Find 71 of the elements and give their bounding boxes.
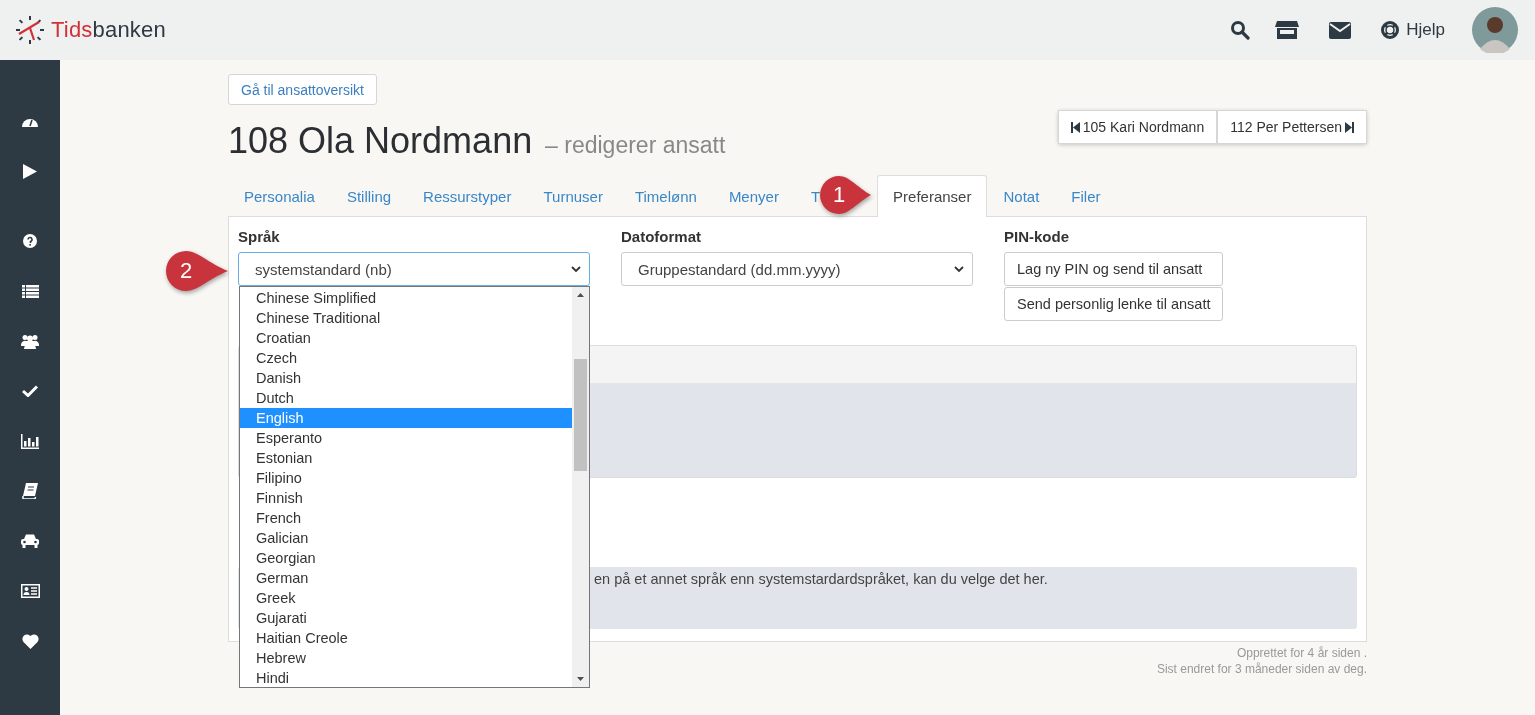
- bar-chart-icon[interactable]: [21, 433, 39, 449]
- language-option[interactable]: Chinese Traditional: [240, 308, 572, 328]
- language-option[interactable]: Haitian Creole: [240, 628, 572, 648]
- language-option[interactable]: Croatian: [240, 328, 572, 348]
- id-card-icon[interactable]: [20, 584, 40, 598]
- scroll-down-icon[interactable]: [577, 677, 584, 681]
- record-info-text: Opprettet for 4 år siden .: [1236, 645, 1367, 661]
- pin-button[interactable]: Send personlig lenke til ansatt: [1004, 287, 1224, 321]
- next-employee-button[interactable]: 112 Per Pettersen: [1217, 110, 1367, 144]
- logo-text[interactable]: Tidsbanken: [51, 17, 166, 43]
- language-option[interactable]: Czech: [240, 348, 572, 368]
- language-option[interactable]: Filipino: [240, 468, 572, 488]
- users-icon[interactable]: [21, 333, 39, 349]
- checkmark-icon[interactable]: [22, 385, 38, 397]
- search-icon[interactable]: [1230, 20, 1251, 40]
- lifebuoy-icon[interactable]: [1380, 20, 1401, 40]
- language-option[interactable]: Georgian: [240, 548, 572, 568]
- play-icon[interactable]: [23, 163, 37, 179]
- help-text: en på et annet språk enn systemstardardspråket, kan du velge det her.: [594, 571, 1048, 587]
- field-label: PIN-kode: [1004, 227, 1069, 247]
- list-icon[interactable]: [21, 284, 39, 298]
- store-icon[interactable]: [1275, 20, 1300, 40]
- date-format-select[interactable]: Gruppestandard (dd.mm.yyyy): [621, 252, 973, 286]
- language-select[interactable]: systemstandard (nb): [238, 252, 590, 286]
- field-label: Språk: [238, 227, 280, 247]
- language-option[interactable]: Hindi: [240, 668, 572, 688]
- language-option[interactable]: French: [240, 508, 572, 528]
- language-option[interactable]: German: [240, 568, 572, 588]
- language-option[interactable]: Chinese Simplified: [240, 288, 572, 308]
- car-icon[interactable]: [21, 534, 39, 548]
- tab[interactable]: Stilling: [330, 176, 408, 216]
- user-avatar[interactable]: [1472, 7, 1518, 53]
- language-option[interactable]: Danish: [240, 368, 572, 388]
- language-option[interactable]: Gujarati: [240, 608, 572, 628]
- help-link[interactable]: Hjelp: [1406, 20, 1445, 40]
- language-option[interactable]: Galician: [240, 528, 572, 548]
- employee-overview-button[interactable]: Gå til ansattoversikt: [228, 74, 377, 105]
- book-icon[interactable]: [22, 483, 38, 499]
- clock-logo-icon: [15, 15, 45, 45]
- pin-button[interactable]: Lag ny PIN og send til ansatt: [1004, 252, 1224, 286]
- language-option[interactable]: Dutch: [240, 388, 572, 408]
- employee-title: 108 Ola Nordmann: [228, 120, 533, 161]
- tab[interactable]: Preferanser: [877, 175, 988, 217]
- record-info-text: Sist endret for 3 måneder siden av deg.: [1156, 661, 1367, 677]
- language-option[interactable]: Hebrew: [240, 648, 572, 668]
- tab[interactable]: Turnuser: [527, 176, 619, 216]
- heart-icon[interactable]: [21, 633, 39, 649]
- page-subtitle: – redigerer ansatt: [545, 132, 726, 158]
- envelope-icon[interactable]: [1329, 21, 1352, 39]
- chevron-down-icon: [954, 265, 964, 273]
- scroll-up-icon[interactable]: [577, 293, 584, 297]
- scrollbar-thumb[interactable]: [574, 359, 587, 471]
- tab[interactable]: Filer: [1055, 176, 1117, 216]
- field-label: Datoformat: [621, 227, 701, 247]
- language-option[interactable]: Finnish: [240, 488, 572, 508]
- tab[interactable]: Personalia: [228, 176, 331, 216]
- skip-forward-icon: [1345, 121, 1354, 133]
- language-option[interactable]: Estonian: [240, 448, 572, 468]
- callout-marker: 2: [164, 249, 230, 293]
- help-icon[interactable]: [23, 234, 37, 248]
- language-option[interactable]: Greek: [240, 588, 572, 608]
- previous-employee-button[interactable]: 105 Kari Nordmann: [1057, 110, 1218, 144]
- tab[interactable]: T: [794, 176, 822, 216]
- tab[interactable]: Timelønn: [618, 176, 713, 216]
- scrollbar[interactable]: [572, 287, 589, 687]
- language-option[interactable]: Esperanto: [240, 428, 572, 448]
- tab[interactable]: Ressurstyper: [407, 176, 528, 216]
- chevron-down-icon: [571, 265, 581, 273]
- tab[interactable]: Menyer: [712, 176, 795, 216]
- tab[interactable]: Notat: [987, 176, 1056, 216]
- skip-back-icon: [1070, 121, 1080, 133]
